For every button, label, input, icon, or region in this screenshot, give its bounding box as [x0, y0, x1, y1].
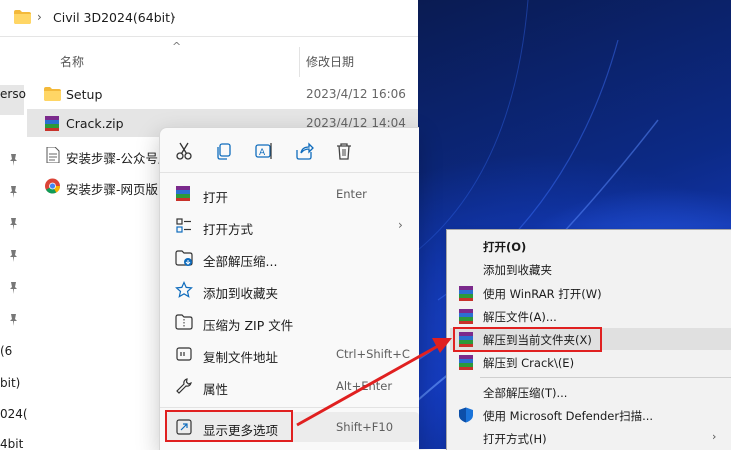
annotation-arrow	[296, 338, 452, 427]
